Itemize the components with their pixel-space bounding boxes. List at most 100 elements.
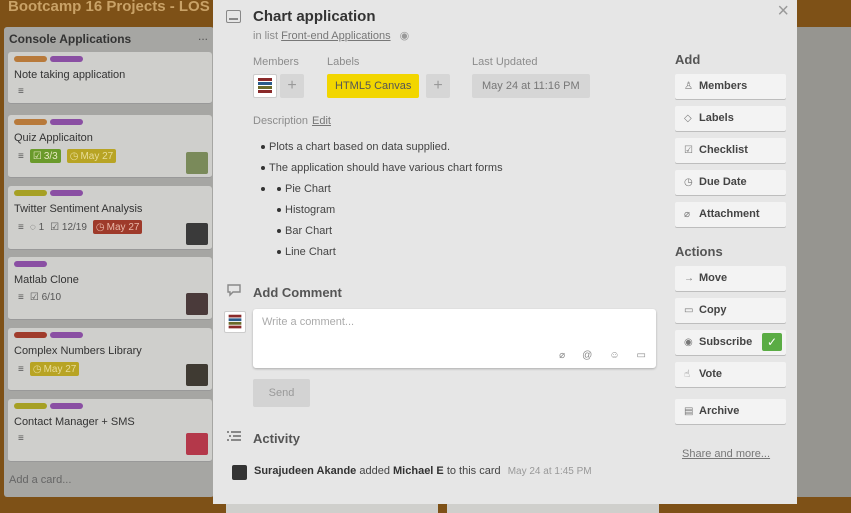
list-card[interactable]: Complex Numbers Library ≡ ◷ May 27	[8, 328, 212, 391]
move-button[interactable]: → Move	[675, 266, 786, 291]
checklist-badge: ☑ 12/19	[50, 221, 87, 233]
activity-target[interactable]: Michael E	[393, 465, 444, 477]
description-label-text: Description	[253, 115, 309, 127]
last-updated-value: May 24 at 11:16 PM	[472, 74, 590, 98]
list-title[interactable]: Console Applications	[9, 32, 131, 46]
card-label	[14, 332, 47, 338]
card-label	[50, 403, 83, 409]
clock-icon: ◷	[684, 177, 693, 188]
activity-verb: added	[359, 465, 390, 477]
card-title: Twitter Sentiment Analysis	[14, 203, 143, 215]
labels-button[interactable]: ◇ Labels	[675, 106, 786, 131]
add-comment-heading: Add Comment	[253, 285, 342, 300]
share-and-more-link[interactable]: Share and more...	[682, 448, 770, 460]
subscribe-button[interactable]: ◉ Subscribe ✓	[675, 330, 786, 355]
emoji-icon[interactable]: ☺	[609, 350, 619, 361]
edit-description-link[interactable]: Edit	[312, 115, 331, 127]
activity-entry: Surajudeen Akande added Michael E to thi…	[254, 465, 592, 477]
card-icon	[226, 10, 241, 23]
card-detail-modal: × Chart application in list Front-end Ap…	[213, 0, 797, 504]
card-title: Contact Manager + SMS	[14, 416, 135, 428]
description-subitem: Pie Chart	[277, 180, 503, 201]
board-title[interactable]: Bootcamp 16 Projects - LOS	[8, 0, 210, 15]
description-subitem: Histogram	[277, 201, 503, 222]
arrow-right-icon: →	[684, 273, 694, 284]
description-label: Description Edit	[253, 115, 331, 127]
member-avatar[interactable]	[186, 152, 208, 174]
card-label	[14, 403, 47, 409]
eye-icon: ◉	[684, 337, 693, 348]
member-avatar[interactable]	[186, 293, 208, 315]
card-title: Matlab Clone	[14, 274, 79, 286]
list-card[interactable]: Note taking application ≡	[8, 52, 212, 104]
checkbox-icon: ☑	[684, 145, 693, 156]
comment-input[interactable]	[262, 316, 562, 328]
in-list-prefix: in list	[253, 30, 279, 42]
activity-icon	[226, 429, 242, 446]
check-icon: ✓	[762, 333, 782, 351]
send-button[interactable]: Send	[253, 379, 310, 407]
member-avatar[interactable]	[253, 74, 277, 98]
list-card[interactable]: Quiz Applicaiton ≡ ☑ 3/3 ◷ May 27	[8, 115, 212, 178]
activity-heading: Activity	[253, 431, 300, 446]
current-user-avatar	[224, 311, 246, 333]
vote-button[interactable]: ☝ Vote	[675, 362, 786, 387]
list-console-applications: Console Applications ... Note taking app…	[4, 27, 214, 497]
description-body: Plots a chart based on data supplied. Th…	[261, 138, 503, 264]
labels-label: Labels	[327, 56, 360, 68]
member-avatar[interactable]	[186, 223, 208, 245]
card-label	[50, 190, 83, 196]
label-chip[interactable]: HTML5 Canvas	[327, 74, 420, 98]
add-label-button[interactable]: +	[426, 74, 450, 98]
due-date-badge: ◷ May 27	[66, 149, 117, 163]
list-card[interactable]: Contact Manager + SMS ≡	[8, 399, 212, 462]
card-label	[50, 119, 83, 125]
mention-icon[interactable]: @	[582, 350, 592, 361]
attachment-button[interactable]: ⌀ Attachment	[675, 202, 786, 227]
attachment-icon[interactable]: ⌀	[559, 350, 565, 361]
member-avatar[interactable]	[186, 433, 208, 455]
checklist-badge: ☑ 3/3	[29, 149, 61, 163]
add-heading: Add	[675, 52, 701, 67]
card-title: Complex Numbers Library	[14, 345, 142, 357]
member-avatar[interactable]	[186, 364, 208, 386]
card-label	[14, 119, 47, 125]
description-icon: ≡	[18, 363, 24, 375]
due-date-badge: ◷ May 27	[92, 220, 143, 234]
checklist-badge: ☑ 6/10	[29, 292, 62, 303]
description-icon: ≡	[18, 150, 24, 162]
members-button[interactable]: ♙ Members	[675, 74, 786, 99]
archive-button[interactable]: ▤ Archive	[675, 399, 786, 424]
description-icon: ≡	[18, 221, 24, 233]
card-label	[14, 261, 47, 267]
activity-time[interactable]: May 24 at 1:45 PM	[508, 466, 592, 477]
card-label	[50, 332, 83, 338]
add-card-link[interactable]: Add a card...	[9, 474, 71, 486]
description-icon: ≡	[18, 433, 24, 444]
list-menu-button[interactable]: ...	[198, 29, 208, 43]
card-icon: ▭	[684, 305, 694, 316]
archive-icon: ▤	[684, 406, 694, 417]
description-item: Plots a chart based on data supplied.	[261, 138, 503, 159]
copy-button[interactable]: ▭ Copy	[675, 298, 786, 323]
due-date-button[interactable]: ◷ Due Date	[675, 170, 786, 195]
card-label	[14, 190, 47, 196]
description-subitem: Bar Chart	[277, 222, 503, 243]
comment-icon	[226, 283, 242, 300]
list-link[interactable]: Front-end Applications	[281, 30, 390, 42]
list-card[interactable]: Matlab Clone ≡ ☑ 6/10	[8, 257, 212, 320]
card-name[interactable]: Chart application	[253, 8, 376, 25]
description-item: The application should have various char…	[261, 159, 503, 180]
comment-box: ⌀ @ ☺ ▭	[253, 309, 656, 368]
checklist-button[interactable]: ☑ Checklist	[675, 138, 786, 163]
thumbs-up-icon: ☝	[684, 369, 691, 380]
card-link-icon[interactable]: ▭	[637, 350, 646, 361]
description-subitem: Line Chart	[277, 243, 503, 264]
activity-actor[interactable]: Surajudeen Akande	[254, 465, 356, 477]
close-icon[interactable]: ×	[777, 0, 789, 23]
description-icon: ≡	[18, 86, 24, 97]
activity-avatar[interactable]	[232, 465, 247, 480]
list-card[interactable]: Twitter Sentiment Analysis ≡ ◌ 1 ☑ 12/19…	[8, 186, 212, 250]
add-member-button[interactable]: +	[280, 74, 304, 98]
person-icon: ♙	[684, 81, 693, 92]
